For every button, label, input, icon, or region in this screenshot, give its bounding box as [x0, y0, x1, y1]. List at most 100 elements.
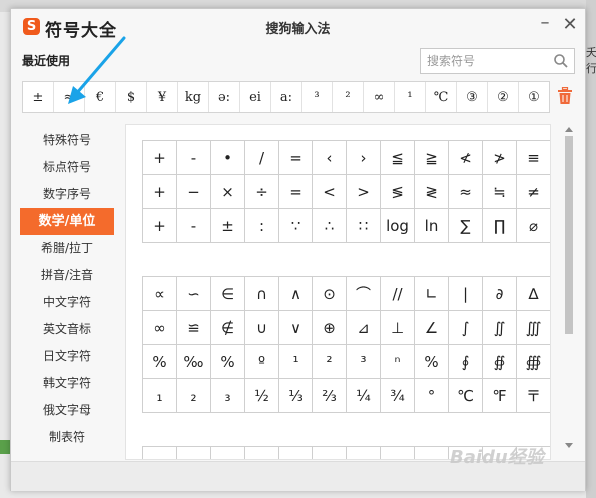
recent-symbol[interactable]: ∞ — [364, 82, 395, 112]
recent-symbol[interactable]: ① — [519, 82, 549, 112]
recent-symbol[interactable]: € — [85, 82, 116, 112]
nav-item[interactable]: 拼音/注音 — [20, 262, 114, 289]
symbol-cell[interactable]: ⌀ — [517, 209, 550, 243]
symbol-cell[interactable] — [415, 447, 449, 459]
symbol-cell[interactable]: ∧ — [279, 277, 313, 311]
symbol-cell[interactable]: ∞ — [143, 311, 177, 345]
symbol-cell[interactable]: ₁ — [143, 379, 177, 413]
recent-symbol[interactable]: ± — [23, 82, 54, 112]
recent-symbol[interactable]: $ — [116, 82, 147, 112]
symbol-cell[interactable]: ∴ — [313, 209, 347, 243]
symbol-cell[interactable]: ⊿ — [347, 311, 381, 345]
symbol-cell[interactable]: ₃ — [211, 379, 245, 413]
nav-item[interactable]: 希腊/拉丁 — [20, 235, 114, 262]
symbol-cell[interactable]: ½ — [245, 379, 279, 413]
symbol-cell[interactable]: ⅓ — [279, 379, 313, 413]
recent-symbol[interactable]: ² — [333, 82, 364, 112]
symbol-cell[interactable]: ° — [415, 379, 449, 413]
minimize-button[interactable]: – — [537, 14, 553, 35]
symbol-cell[interactable] — [347, 447, 381, 459]
symbol-cell[interactable]: ℉ — [483, 379, 517, 413]
symbol-cell[interactable]: › — [347, 141, 381, 175]
symbol-cell[interactable]: ₂ — [177, 379, 211, 413]
symbol-cell[interactable]: ⁿ — [381, 345, 415, 379]
nav-item[interactable]: 日文字符 — [20, 343, 114, 370]
symbol-cell[interactable]: ⌒ — [347, 277, 381, 311]
recent-symbol[interactable]: ³ — [302, 82, 333, 112]
symbol-cell[interactable] — [143, 447, 177, 459]
symbol-cell[interactable] — [313, 447, 347, 459]
symbol-cell[interactable] — [177, 447, 211, 459]
symbol-cell[interactable]: + — [143, 175, 177, 209]
symbol-cell[interactable]: ‹ — [313, 141, 347, 175]
symbol-cell[interactable]: ¾ — [381, 379, 415, 413]
symbol-cell[interactable] — [245, 447, 279, 459]
recent-symbol[interactable]: ei — [240, 82, 271, 112]
nav-item[interactable]: 英文音标 — [20, 316, 114, 343]
vertical-scrollbar[interactable] — [563, 127, 575, 453]
symbol-cell[interactable]: ≧ — [415, 141, 449, 175]
symbol-cell[interactable]: ∰ — [517, 345, 550, 379]
symbol-cell[interactable] — [211, 447, 245, 459]
symbol-cell[interactable]: ∽ — [177, 277, 211, 311]
recent-symbol[interactable]: ¹ — [395, 82, 426, 112]
recent-symbol[interactable]: ə: — [209, 82, 240, 112]
symbol-cell[interactable]: - — [177, 141, 211, 175]
search-box[interactable] — [420, 48, 575, 74]
symbol-cell[interactable]: 〒 — [517, 379, 550, 413]
symbol-cell[interactable]: ⅔ — [313, 379, 347, 413]
recent-symbol[interactable]: ② — [488, 82, 519, 112]
recent-symbol[interactable]: ≈ — [54, 82, 85, 112]
symbol-cell[interactable]: ∬ — [483, 311, 517, 345]
recent-symbol[interactable]: ℃ — [426, 82, 457, 112]
symbol-cell[interactable]: ³ — [347, 345, 381, 379]
search-input[interactable] — [421, 49, 549, 73]
symbol-cell[interactable] — [381, 447, 415, 459]
recent-symbol[interactable]: ③ — [457, 82, 488, 112]
symbol-cell[interactable]: ∝ — [143, 277, 177, 311]
symbol-cell[interactable]: ∠ — [415, 311, 449, 345]
nav-item[interactable]: 特殊符号 — [20, 127, 114, 154]
symbol-cell[interactable]: % — [211, 345, 245, 379]
symbol-cell[interactable]: ÷ — [245, 175, 279, 209]
nav-item[interactable]: 标点符号 — [20, 154, 114, 181]
nav-item[interactable]: 数学/单位 — [20, 208, 114, 235]
symbol-cell[interactable]: ∈ — [211, 277, 245, 311]
recent-symbol[interactable]: kg — [178, 82, 209, 112]
title-bar[interactable]: S 符号大全 搜狗输入法 – ✕ — [11, 9, 585, 43]
symbol-cell[interactable]: ∫ — [449, 311, 483, 345]
symbol-cell[interactable]: ln — [415, 209, 449, 243]
symbol-cell[interactable]: log — [381, 209, 415, 243]
symbol-cell[interactable]: + — [143, 141, 177, 175]
symbol-cell[interactable]: ¼ — [347, 379, 381, 413]
symbol-cell[interactable]: ² — [313, 345, 347, 379]
symbol-cell[interactable]: % — [415, 345, 449, 379]
symbol-cell[interactable]: ∵ — [279, 209, 313, 243]
symbol-cell[interactable]: ∮ — [449, 345, 483, 379]
symbol-cell[interactable]: ∑ — [449, 209, 483, 243]
symbol-cell[interactable]: ∷ — [347, 209, 381, 243]
symbol-cell[interactable]: º — [245, 345, 279, 379]
symbol-cell[interactable]: ‰ — [177, 345, 211, 379]
symbol-cell[interactable]: ∪ — [245, 311, 279, 345]
symbol-cell[interactable]: ≦ — [381, 141, 415, 175]
symbol-cell[interactable]: ⊥ — [381, 311, 415, 345]
symbol-cell[interactable]: ≈ — [449, 175, 483, 209]
symbol-cell[interactable]: / — [245, 141, 279, 175]
trash-icon[interactable] — [557, 87, 573, 105]
nav-item[interactable]: 数字序号 — [20, 181, 114, 208]
symbol-cell[interactable]: ≒ — [483, 175, 517, 209]
symbol-cell[interactable]: % — [143, 345, 177, 379]
symbol-cell[interactable]: = — [279, 141, 313, 175]
recent-symbol[interactable]: a: — [271, 82, 302, 112]
symbol-cell[interactable]: : — [245, 209, 279, 243]
symbol-cell[interactable]: // — [381, 277, 415, 311]
symbol-cell[interactable]: ¹ — [279, 345, 313, 379]
symbol-cell[interactable]: ∏ — [483, 209, 517, 243]
symbol-cell[interactable]: ∟ — [415, 277, 449, 311]
symbol-cell[interactable]: ≌ — [177, 311, 211, 345]
recent-symbol[interactable]: ¥ — [147, 82, 178, 112]
search-icon[interactable] — [553, 53, 569, 69]
symbol-cell[interactable]: ∨ — [279, 311, 313, 345]
scroll-up-arrow-icon[interactable] — [565, 127, 573, 132]
